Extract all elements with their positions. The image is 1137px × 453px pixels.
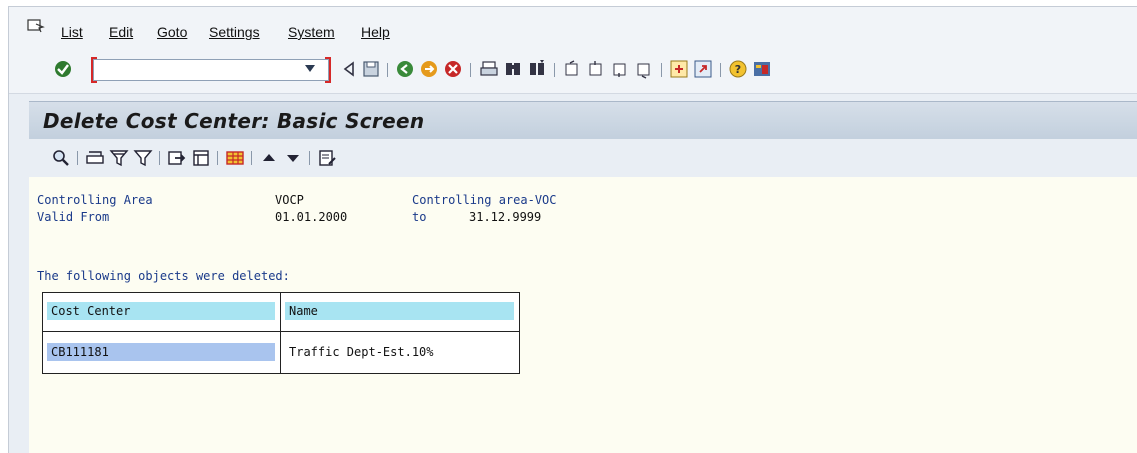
enter-icon[interactable] xyxy=(53,59,73,79)
menu-list[interactable]: List xyxy=(61,24,83,40)
deleted-objects-message: The following objects were deleted: xyxy=(37,269,290,283)
deleted-objects-table: Cost Center Name CB111181 Traffic Dept-E… xyxy=(42,292,520,374)
valid-to-value: 31.12.9999 xyxy=(469,210,542,224)
table-divider xyxy=(280,293,281,373)
valid-from-value: 01.01.2000 xyxy=(275,210,348,224)
cancel-icon[interactable] xyxy=(443,59,463,79)
screen-title-bar: Delete Cost Center: Basic Screen xyxy=(29,101,1137,140)
find-next-icon[interactable] xyxy=(527,59,547,79)
toolbar-separator xyxy=(77,151,78,165)
table-divider xyxy=(43,331,519,332)
first-page-icon[interactable] xyxy=(562,59,582,79)
menu-help[interactable]: Help xyxy=(361,24,390,40)
column-header-cost-center[interactable]: Cost Center xyxy=(47,302,275,320)
menu-goto[interactable]: Goto xyxy=(157,24,187,40)
menu-settings[interactable]: Settings xyxy=(209,24,260,40)
menu-edit[interactable]: Edit xyxy=(109,24,133,40)
layout-icon[interactable] xyxy=(191,148,211,168)
toolbar-separator xyxy=(251,151,252,165)
standard-toolbar: ? xyxy=(9,47,1137,94)
previous-page-icon[interactable] xyxy=(586,59,606,79)
create-session-icon[interactable] xyxy=(669,59,689,79)
to-label: to xyxy=(412,210,427,224)
back-green-icon[interactable] xyxy=(395,59,415,79)
toolbar-separator xyxy=(554,63,555,77)
sort-descending-icon[interactable] xyxy=(283,148,303,168)
last-page-icon[interactable] xyxy=(634,59,654,79)
page-title: Delete Cost Center: Basic Screen xyxy=(43,109,425,133)
controlling-area-value: VOCP xyxy=(275,193,304,207)
toolbar-separator xyxy=(720,63,721,77)
cell-cost-center[interactable]: CB111181 xyxy=(47,343,275,361)
svg-text:?: ? xyxy=(735,63,741,76)
customize-layout-icon[interactable] xyxy=(752,59,772,79)
command-field[interactable] xyxy=(93,59,329,81)
find-icon[interactable] xyxy=(503,59,523,79)
help-icon[interactable]: ? xyxy=(728,59,748,79)
print-icon[interactable] xyxy=(479,59,499,79)
menu-bar: List Edit Goto Settings System Help xyxy=(9,7,1137,47)
controlling-area-label: Controlling Area xyxy=(37,193,153,207)
valid-from-label: Valid From xyxy=(37,210,110,224)
sap-window: List Edit Goto Settings System Help ? De… xyxy=(8,6,1137,453)
toolbar-separator xyxy=(470,63,471,77)
application-toolbar xyxy=(29,139,1137,178)
menu-list-icon[interactable] xyxy=(27,19,45,33)
sort-ascending-icon[interactable] xyxy=(259,148,279,168)
save-icon[interactable] xyxy=(361,59,381,79)
toolbar-separator xyxy=(309,151,310,165)
column-header-name[interactable]: Name xyxy=(285,302,514,320)
back-icon[interactable] xyxy=(339,59,359,79)
export-icon[interactable] xyxy=(167,148,187,168)
chevron-down-icon[interactable] xyxy=(305,65,315,72)
delete-filter-icon[interactable] xyxy=(133,148,153,168)
details-icon[interactable] xyxy=(51,148,71,168)
filter-icon[interactable] xyxy=(109,148,129,168)
command-field-focus-left xyxy=(91,57,97,83)
list-output-area: Controlling Area VOCP Controlling area-V… xyxy=(29,177,1137,453)
toolbar-separator xyxy=(217,151,218,165)
toolbar-separator xyxy=(661,63,662,77)
toolbar-separator xyxy=(159,151,160,165)
cell-name[interactable]: Traffic Dept-Est.10% xyxy=(285,343,517,361)
menu-system[interactable]: System xyxy=(288,24,335,40)
shortcut-icon[interactable] xyxy=(693,59,713,79)
notes-icon[interactable] xyxy=(317,148,337,168)
print-icon[interactable] xyxy=(85,148,105,168)
exit-icon[interactable] xyxy=(419,59,439,79)
command-field-focus-right xyxy=(325,57,331,83)
controlling-area-text: Controlling area-VOC xyxy=(412,193,557,207)
grid-icon[interactable] xyxy=(225,148,245,168)
toolbar-separator xyxy=(387,63,388,77)
next-page-icon[interactable] xyxy=(610,59,630,79)
